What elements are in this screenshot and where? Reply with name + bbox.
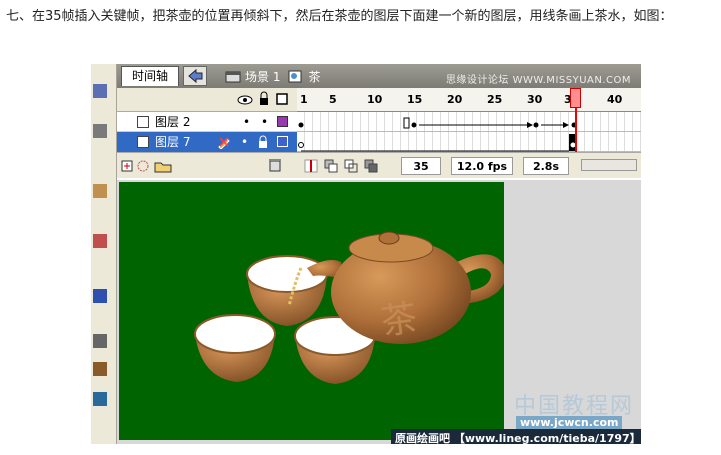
ruler-mark: 15 bbox=[407, 93, 423, 106]
ruler-mark: 1 bbox=[300, 93, 308, 106]
onion-skin-buttons bbox=[304, 159, 378, 173]
onion-skin-icon bbox=[324, 159, 338, 173]
outline-color-swatch[interactable] bbox=[277, 136, 288, 147]
onion-outline-icon bbox=[344, 159, 358, 173]
timeline-tab[interactable]: 时间轴 bbox=[121, 66, 179, 86]
playhead[interactable] bbox=[570, 88, 581, 108]
site-url-watermark: www.jcwcn.com bbox=[516, 416, 623, 429]
teapot-character: 茶 bbox=[378, 298, 419, 344]
layer-row[interactable]: 图层 2 • • bbox=[117, 112, 297, 132]
outline-color-swatch[interactable] bbox=[277, 116, 288, 127]
visibility-dot[interactable]: • bbox=[243, 112, 250, 132]
layer-name: 图层 7 bbox=[155, 135, 191, 149]
horizontal-scrollbar[interactable] bbox=[581, 159, 637, 171]
layer-buttons bbox=[121, 160, 172, 173]
breadcrumb: 场景 1 茶 bbox=[225, 67, 320, 85]
center-frame-icon bbox=[304, 159, 318, 173]
layer-icon bbox=[137, 116, 149, 128]
tool-icon[interactable] bbox=[93, 234, 107, 248]
lock-dot[interactable]: • bbox=[261, 112, 268, 132]
tool-icon[interactable] bbox=[93, 84, 107, 98]
symbol-label[interactable]: 茶 bbox=[308, 68, 320, 85]
tool-icon[interactable] bbox=[93, 124, 107, 138]
add-guide-icon bbox=[137, 160, 149, 172]
back-button[interactable] bbox=[183, 66, 207, 86]
layer-row-selected[interactable]: 图层 7 • bbox=[117, 132, 297, 152]
brand-watermark: 思缘设计论坛 WWW.MISSYUAN.COM bbox=[445, 75, 631, 86]
trash-icon[interactable] bbox=[267, 157, 283, 173]
layer-name: 图层 2 bbox=[155, 115, 191, 129]
ruler-mark: 5 bbox=[329, 93, 337, 106]
frame-track bbox=[298, 134, 577, 152]
playhead-line bbox=[575, 108, 577, 156]
add-layer-icon bbox=[121, 160, 133, 172]
zoom-icon[interactable] bbox=[93, 289, 107, 303]
current-frame[interactable]: 35 bbox=[401, 157, 441, 175]
ruler-mark: 10 bbox=[367, 93, 383, 106]
outline-icon bbox=[276, 93, 288, 105]
instruction-text: 七、在35帧插入关键帧，把茶壶的位置再倾斜下，然后在茶壶的图层下面建一个新的图层… bbox=[6, 9, 673, 24]
tool-icon[interactable] bbox=[93, 184, 107, 198]
tween-track bbox=[298, 117, 577, 129]
teapot-knob bbox=[378, 231, 400, 245]
timeline-footer: 35 12.0 fps 2.8s bbox=[117, 152, 641, 178]
ruler-mark: 25 bbox=[487, 93, 503, 106]
tea-cup bbox=[194, 314, 276, 382]
frames-layer-2[interactable] bbox=[297, 112, 641, 132]
eye-icon bbox=[237, 95, 253, 105]
visibility-dot[interactable]: • bbox=[241, 132, 248, 152]
pencil-icon bbox=[218, 137, 230, 149]
lock-icon[interactable] bbox=[257, 135, 269, 149]
frames-layer-7[interactable] bbox=[297, 132, 641, 152]
frame-ruler[interactable]: 1 5 10 15 20 25 30 35 40 bbox=[297, 88, 641, 112]
ruler-mark: 30 bbox=[527, 93, 543, 106]
stage-canvas[interactable]: 茶 bbox=[119, 182, 504, 440]
tea-set-illustration: 茶 bbox=[194, 231, 504, 384]
layer-header-icons bbox=[237, 91, 288, 105]
flash-editor-screenshot: 时间轴 场景 1 茶 思缘设计论坛 WWW.MISSYUAN.COM 1 5 1… bbox=[91, 64, 641, 444]
forum-watermark: 原画绘画吧 【www.lineg.com/tieba/1797】 bbox=[391, 429, 641, 444]
lock-icon bbox=[260, 91, 268, 105]
layer-icon bbox=[137, 136, 149, 148]
editor-tab-bar: 时间轴 场景 1 茶 思缘设计论坛 WWW.MISSYUAN.COM bbox=[117, 64, 641, 88]
tool-icon[interactable] bbox=[93, 334, 107, 348]
timeline-panel: 1 5 10 15 20 25 30 35 40 图层 2 • • 图层 7 • bbox=[117, 88, 641, 180]
frame-rate[interactable]: 12.0 fps bbox=[451, 157, 513, 175]
tool-icon[interactable] bbox=[93, 392, 107, 406]
tool-panel bbox=[91, 64, 117, 444]
ruler-mark: 40 bbox=[607, 93, 623, 106]
tool-icon[interactable] bbox=[93, 362, 107, 376]
edit-multiple-frames-icon bbox=[364, 159, 378, 173]
symbol-icon bbox=[288, 70, 302, 82]
add-folder-icon bbox=[154, 162, 172, 173]
ruler-mark: 20 bbox=[447, 93, 463, 106]
scene-icon bbox=[225, 71, 241, 82]
layer-header bbox=[117, 88, 297, 112]
arrow-left-icon bbox=[188, 68, 203, 84]
scene-label[interactable]: 场景 1 bbox=[245, 68, 280, 85]
elapsed-time: 2.8s bbox=[523, 157, 569, 175]
